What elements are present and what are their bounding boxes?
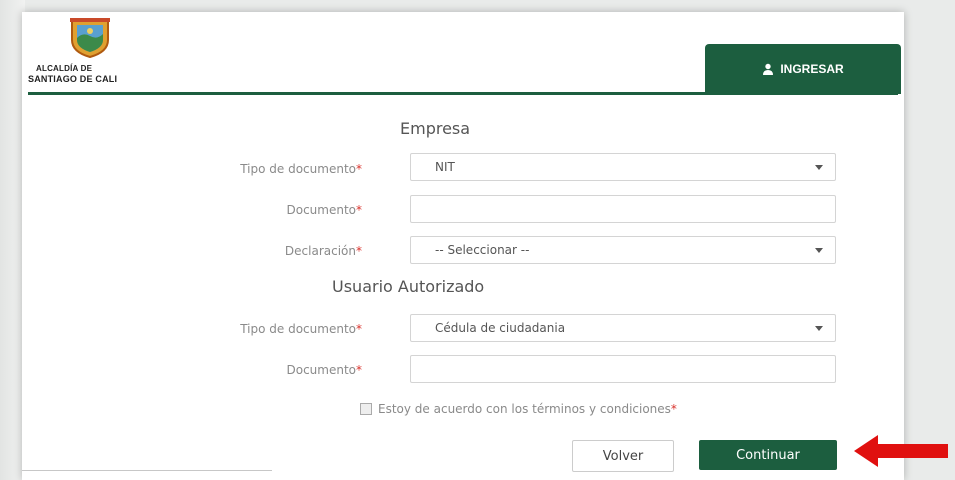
empresa-declaration-select[interactable]: -- Seleccionar -- <box>410 236 836 264</box>
chevron-down-icon <box>815 248 823 253</box>
back-button[interactable]: Volver <box>572 440 674 472</box>
alcaldia-logo[interactable]: ALCALDÍA DE SANTIAGO DE CALI <box>28 18 188 88</box>
usuario-doc-type-select[interactable]: Cédula de ciudadania <box>410 314 836 342</box>
arrow-left-icon <box>854 435 948 467</box>
section-title-empresa: Empresa <box>400 119 471 138</box>
usuario-doc-type-label: Tipo de documento* <box>240 322 362 336</box>
header: ALCALDÍA DE SANTIAGO DE CALI INGRESAR <box>22 12 904 94</box>
usuario-document-input[interactable] <box>410 355 836 383</box>
section-title-usuario: Usuario Autorizado <box>332 277 485 296</box>
logo-text-line2: SANTIAGO DE CALI <box>28 74 118 84</box>
tab-ingresar[interactable]: INGRESAR <box>705 44 901 94</box>
empresa-document-label: Documento* <box>286 203 362 217</box>
usuario-document-label: Documento* <box>286 363 362 377</box>
logo-text-line1: ALCALDÍA DE <box>36 64 93 73</box>
usuario-doc-type-value: Cédula de ciudadania <box>435 321 566 335</box>
user-icon <box>763 63 774 75</box>
chevron-down-icon <box>815 326 823 331</box>
crest-icon <box>70 18 110 58</box>
divider-line <box>22 470 272 471</box>
checkbox-icon[interactable] <box>360 403 372 415</box>
tab-ingresar-label: INGRESAR <box>780 62 844 76</box>
terms-checkbox-row[interactable]: Estoy de acuerdo con los términos y cond… <box>360 402 677 416</box>
continue-button[interactable]: Continuar <box>699 440 837 470</box>
empresa-declaration-label: Declaración* <box>284 244 362 258</box>
login-card: ALCALDÍA DE SANTIAGO DE CALI INGRESAR Em… <box>22 12 904 480</box>
empresa-doc-type-select[interactable]: NIT <box>410 153 836 181</box>
terms-label: Estoy de acuerdo con los términos y cond… <box>378 402 677 416</box>
chevron-down-icon <box>815 165 823 170</box>
empresa-declaration-value: -- Seleccionar -- <box>435 243 530 257</box>
empresa-doc-type-value: NIT <box>435 160 455 174</box>
header-divider <box>28 92 898 95</box>
empresa-doc-type-label: Tipo de documento* <box>240 162 362 176</box>
empresa-document-input[interactable] <box>410 195 836 223</box>
